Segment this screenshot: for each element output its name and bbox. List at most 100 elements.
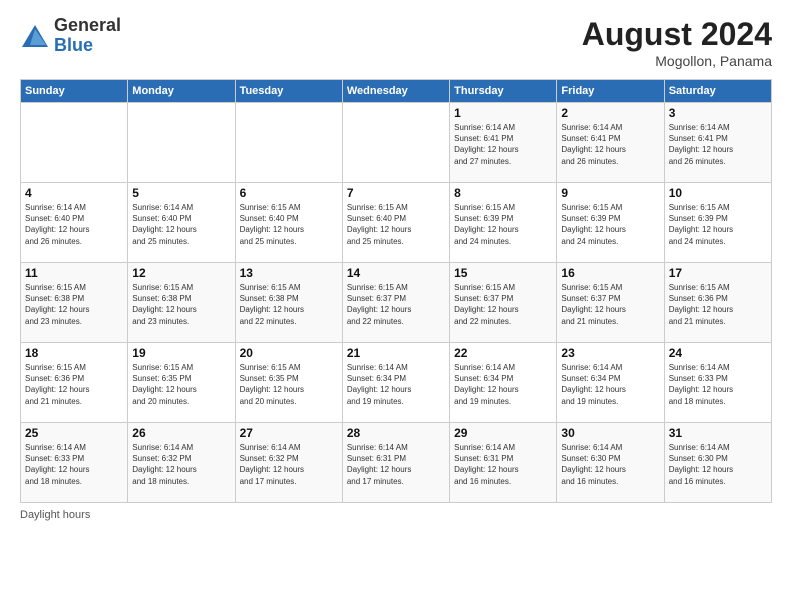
day-number: 15	[454, 266, 552, 280]
page: General Blue August 2024 Mogollon, Panam…	[0, 0, 792, 612]
calendar-cell: 4 Sunrise: 6:14 AM Sunset: 6:40 PM Daylig…	[21, 183, 128, 263]
day-info: Sunrise: 6:15 AM Sunset: 6:36 PM Dayligh…	[669, 282, 767, 327]
calendar-cell: 18Sunrise: 6:15 AM Sunset: 6:36 PM Dayli…	[21, 343, 128, 423]
day-info: Sunrise: 6:14 AM Sunset: 6:34 PM Dayligh…	[454, 362, 552, 407]
calendar-week-1: 1 Sunrise: 6:14 AM Sunset: 6:41 PM Daylig…	[21, 103, 772, 183]
day-number: 26	[132, 426, 230, 440]
day-info: Sunrise: 6:15 AM Sunset: 6:38 PM Dayligh…	[240, 282, 338, 327]
calendar-cell: 21Sunrise: 6:14 AM Sunset: 6:34 PM Dayli…	[342, 343, 449, 423]
day-info: Sunrise: 6:14 AM Sunset: 6:40 PM Dayligh…	[25, 202, 123, 247]
day-info: Sunrise: 6:14 AM Sunset: 6:33 PM Dayligh…	[25, 442, 123, 487]
day-number: 12	[132, 266, 230, 280]
day-number: 23	[561, 346, 659, 360]
calendar-cell: 2 Sunrise: 6:14 AM Sunset: 6:41 PM Daylig…	[557, 103, 664, 183]
day-number: 8	[454, 186, 552, 200]
day-info: Sunrise: 6:14 AM Sunset: 6:40 PM Dayligh…	[132, 202, 230, 247]
day-info: Sunrise: 6:15 AM Sunset: 6:38 PM Dayligh…	[132, 282, 230, 327]
day-number: 9	[561, 186, 659, 200]
day-info: Sunrise: 6:15 AM Sunset: 6:39 PM Dayligh…	[454, 202, 552, 247]
calendar-week-3: 11 Sunrise: 6:15 AM Sunset: 6:38 PM Dayli…	[21, 263, 772, 343]
col-wednesday: Wednesday	[342, 80, 449, 103]
calendar-cell	[342, 103, 449, 183]
day-number: 29	[454, 426, 552, 440]
calendar-cell: 7 Sunrise: 6:15 AM Sunset: 6:40 PM Daylig…	[342, 183, 449, 263]
title-block: August 2024 Mogollon, Panama	[582, 16, 772, 69]
day-number: 24	[669, 346, 767, 360]
day-info: Sunrise: 6:14 AM Sunset: 6:31 PM Dayligh…	[454, 442, 552, 487]
footer: Daylight hours	[20, 509, 772, 521]
calendar-cell: 27Sunrise: 6:14 AM Sunset: 6:32 PM Dayli…	[235, 423, 342, 503]
day-info: Sunrise: 6:15 AM Sunset: 6:39 PM Dayligh…	[561, 202, 659, 247]
day-number: 25	[25, 426, 123, 440]
day-info: Sunrise: 6:15 AM Sunset: 6:35 PM Dayligh…	[132, 362, 230, 407]
calendar-cell	[235, 103, 342, 183]
calendar-cell: 1 Sunrise: 6:14 AM Sunset: 6:41 PM Daylig…	[450, 103, 557, 183]
header-row: Sunday Monday Tuesday Wednesday Thursday…	[21, 80, 772, 103]
subtitle: Mogollon, Panama	[582, 53, 772, 69]
calendar-cell	[21, 103, 128, 183]
day-info: Sunrise: 6:14 AM Sunset: 6:41 PM Dayligh…	[669, 122, 767, 167]
day-number: 27	[240, 426, 338, 440]
calendar-table: Sunday Monday Tuesday Wednesday Thursday…	[20, 79, 772, 503]
day-info: Sunrise: 6:14 AM Sunset: 6:31 PM Dayligh…	[347, 442, 445, 487]
col-tuesday: Tuesday	[235, 80, 342, 103]
calendar-cell: 31Sunrise: 6:14 AM Sunset: 6:30 PM Dayli…	[664, 423, 771, 503]
calendar-cell: 20Sunrise: 6:15 AM Sunset: 6:35 PM Dayli…	[235, 343, 342, 423]
day-number: 3	[669, 106, 767, 120]
day-number: 16	[561, 266, 659, 280]
calendar-cell: 14Sunrise: 6:15 AM Sunset: 6:37 PM Dayli…	[342, 263, 449, 343]
day-info: Sunrise: 6:14 AM Sunset: 6:34 PM Dayligh…	[561, 362, 659, 407]
day-number: 28	[347, 426, 445, 440]
day-number: 19	[132, 346, 230, 360]
footer-label: Daylight hours	[20, 509, 90, 521]
col-thursday: Thursday	[450, 80, 557, 103]
day-info: Sunrise: 6:14 AM Sunset: 6:41 PM Dayligh…	[454, 122, 552, 167]
day-number: 6	[240, 186, 338, 200]
calendar-cell: 24 Sunrise: 6:14 AM Sunset: 6:33 PM Dayli…	[664, 343, 771, 423]
day-number: 7	[347, 186, 445, 200]
day-info: Sunrise: 6:15 AM Sunset: 6:39 PM Dayligh…	[669, 202, 767, 247]
day-number: 14	[347, 266, 445, 280]
day-number: 11	[25, 266, 123, 280]
day-number: 1	[454, 106, 552, 120]
header: General Blue August 2024 Mogollon, Panam…	[20, 16, 772, 69]
day-info: Sunrise: 6:14 AM Sunset: 6:30 PM Dayligh…	[561, 442, 659, 487]
col-monday: Monday	[128, 80, 235, 103]
day-info: Sunrise: 6:15 AM Sunset: 6:38 PM Dayligh…	[25, 282, 123, 327]
calendar-cell: 15Sunrise: 6:15 AM Sunset: 6:37 PM Dayli…	[450, 263, 557, 343]
calendar-cell: 29 Sunrise: 6:14 AM Sunset: 6:31 PM Dayli…	[450, 423, 557, 503]
calendar-week-2: 4 Sunrise: 6:14 AM Sunset: 6:40 PM Daylig…	[21, 183, 772, 263]
calendar-cell: 30Sunrise: 6:14 AM Sunset: 6:30 PM Dayli…	[557, 423, 664, 503]
day-info: Sunrise: 6:14 AM Sunset: 6:33 PM Dayligh…	[669, 362, 767, 407]
calendar-cell: 11 Sunrise: 6:15 AM Sunset: 6:38 PM Dayli…	[21, 263, 128, 343]
calendar-cell: 25 Sunrise: 6:14 AM Sunset: 6:33 PM Dayli…	[21, 423, 128, 503]
calendar-cell: 8 Sunrise: 6:15 AM Sunset: 6:39 PM Daylig…	[450, 183, 557, 263]
logo-text: General Blue	[54, 16, 121, 56]
calendar-cell: 5 Sunrise: 6:14 AM Sunset: 6:40 PM Daylig…	[128, 183, 235, 263]
day-info: Sunrise: 6:14 AM Sunset: 6:41 PM Dayligh…	[561, 122, 659, 167]
day-info: Sunrise: 6:15 AM Sunset: 6:37 PM Dayligh…	[561, 282, 659, 327]
calendar-cell: 12 Sunrise: 6:15 AM Sunset: 6:38 PM Dayli…	[128, 263, 235, 343]
day-number: 10	[669, 186, 767, 200]
day-number: 17	[669, 266, 767, 280]
calendar-cell: 6 Sunrise: 6:15 AM Sunset: 6:40 PM Daylig…	[235, 183, 342, 263]
col-saturday: Saturday	[664, 80, 771, 103]
day-info: Sunrise: 6:15 AM Sunset: 6:40 PM Dayligh…	[240, 202, 338, 247]
calendar-cell: 9 Sunrise: 6:15 AM Sunset: 6:39 PM Daylig…	[557, 183, 664, 263]
calendar-cell: 28 Sunrise: 6:14 AM Sunset: 6:31 PM Dayli…	[342, 423, 449, 503]
day-info: Sunrise: 6:15 AM Sunset: 6:40 PM Dayligh…	[347, 202, 445, 247]
calendar-cell: 13Sunrise: 6:15 AM Sunset: 6:38 PM Dayli…	[235, 263, 342, 343]
calendar-week-5: 25 Sunrise: 6:14 AM Sunset: 6:33 PM Dayli…	[21, 423, 772, 503]
day-number: 5	[132, 186, 230, 200]
day-info: Sunrise: 6:15 AM Sunset: 6:36 PM Dayligh…	[25, 362, 123, 407]
day-number: 31	[669, 426, 767, 440]
day-number: 4	[25, 186, 123, 200]
day-number: 22	[454, 346, 552, 360]
day-number: 2	[561, 106, 659, 120]
logo-blue-text: Blue	[54, 36, 121, 56]
day-info: Sunrise: 6:14 AM Sunset: 6:32 PM Dayligh…	[132, 442, 230, 487]
calendar-cell: 19 Sunrise: 6:15 AM Sunset: 6:35 PM Dayli…	[128, 343, 235, 423]
day-number: 21	[347, 346, 445, 360]
calendar-week-4: 18Sunrise: 6:15 AM Sunset: 6:36 PM Dayli…	[21, 343, 772, 423]
calendar-cell: 23 Sunrise: 6:14 AM Sunset: 6:34 PM Dayli…	[557, 343, 664, 423]
